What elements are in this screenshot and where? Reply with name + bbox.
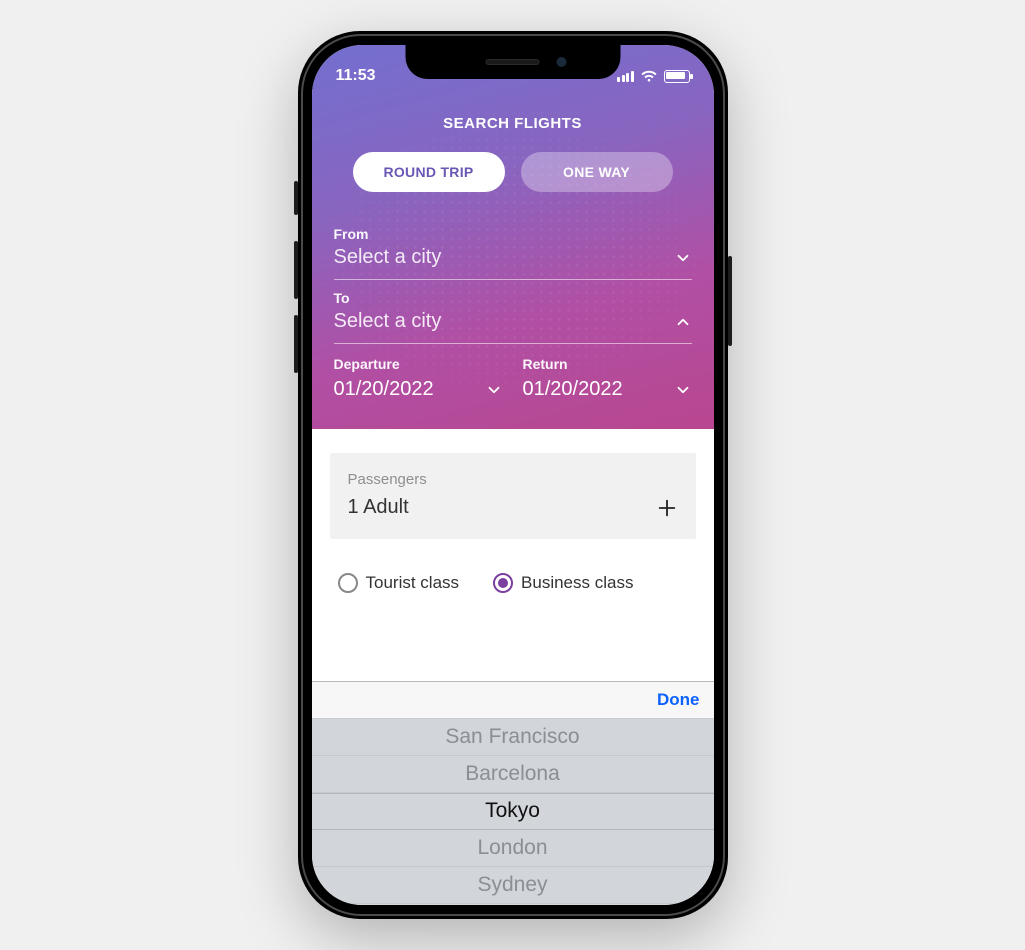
radio-business[interactable]: Business class: [493, 573, 633, 593]
return-value: 01/20/2022: [523, 378, 623, 401]
picker-option[interactable]: Barcelona: [312, 756, 714, 793]
passengers-label: Passengers: [348, 471, 678, 488]
tab-one-way[interactable]: ONE WAY: [521, 152, 673, 192]
departure-value: 01/20/2022: [334, 378, 434, 401]
to-field[interactable]: To Select a city: [334, 280, 692, 344]
battery-icon: [664, 70, 690, 83]
return-label: Return: [523, 356, 692, 372]
hero-section: 11:53 SEARCH FLIGHTS ROUND TRIP ONE WAY …: [312, 45, 714, 429]
chevron-down-icon: [485, 381, 503, 399]
city-picker: Done San FranciscoBarcelonaTokyoLondonSy…: [312, 681, 714, 905]
passengers-card[interactable]: Passengers 1 Adult: [330, 453, 696, 539]
from-value: Select a city: [334, 246, 442, 269]
plus-icon[interactable]: [656, 497, 678, 519]
radio-icon: [338, 573, 358, 593]
radio-icon: [493, 573, 513, 593]
wifi-icon: [640, 70, 658, 83]
radio-tourist-label: Tourist class: [366, 573, 460, 593]
screen: 11:53 SEARCH FLIGHTS ROUND TRIP ONE WAY …: [312, 45, 714, 905]
cellular-icon: [617, 71, 634, 82]
picker-wheel[interactable]: San FranciscoBarcelonaTokyoLondonSydney: [312, 719, 714, 905]
chevron-up-icon: [674, 313, 692, 331]
departure-field[interactable]: Departure 01/20/2022: [334, 356, 503, 401]
picker-toolbar: Done: [312, 682, 714, 719]
chevron-down-icon: [674, 249, 692, 267]
to-label: To: [334, 290, 692, 306]
picker-option[interactable]: London: [312, 830, 714, 867]
to-value: Select a city: [334, 310, 442, 333]
done-button[interactable]: Done: [657, 690, 700, 710]
chevron-down-icon: [674, 381, 692, 399]
page-title: SEARCH FLIGHTS: [312, 91, 714, 152]
class-radios: Tourist class Business class: [330, 539, 696, 605]
picker-option[interactable]: Sydney: [312, 867, 714, 904]
departure-label: Departure: [334, 356, 503, 372]
phone-frame: 11:53 SEARCH FLIGHTS ROUND TRIP ONE WAY …: [298, 31, 728, 919]
from-field[interactable]: From Select a city: [334, 216, 692, 280]
from-label: From: [334, 226, 692, 242]
picker-option[interactable]: Tokyo: [312, 793, 714, 830]
notch: [405, 45, 620, 79]
return-field[interactable]: Return 01/20/2022: [523, 356, 692, 401]
radio-business-label: Business class: [521, 573, 633, 593]
passengers-value: 1 Adult: [348, 496, 409, 519]
picker-option[interactable]: San Francisco: [312, 719, 714, 756]
card-section: Passengers 1 Adult Tourist class Busines…: [312, 429, 714, 605]
status-time: 11:53: [336, 67, 376, 85]
radio-tourist[interactable]: Tourist class: [338, 573, 460, 593]
trip-type-tabs: ROUND TRIP ONE WAY: [312, 152, 714, 216]
tab-round-trip[interactable]: ROUND TRIP: [353, 152, 505, 192]
